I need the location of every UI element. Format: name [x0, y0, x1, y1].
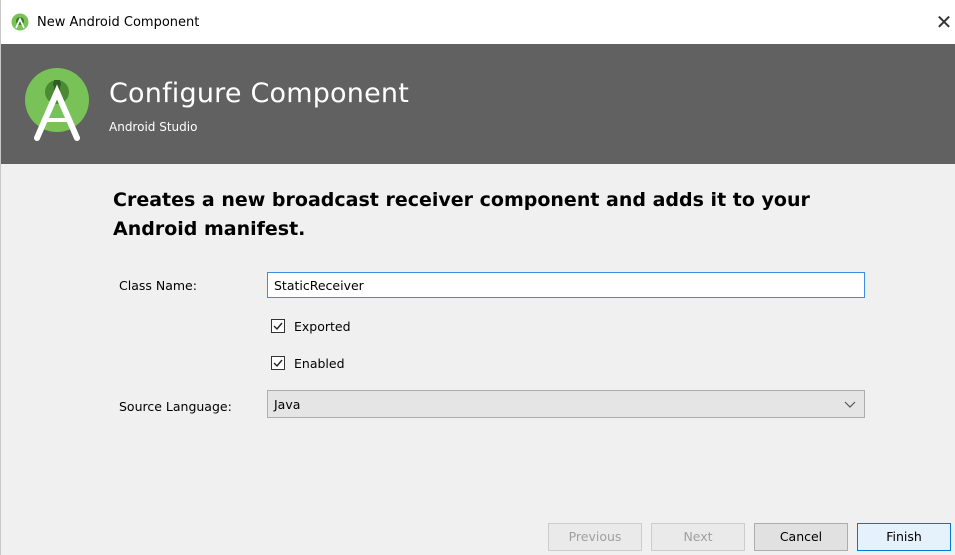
- class-name-input[interactable]: [267, 272, 865, 298]
- button-bar: Previous Next Cancel Finish: [1, 519, 955, 555]
- component-description: Creates a new broadcast receiver compone…: [113, 189, 810, 240]
- close-icon: ✕: [935, 10, 953, 34]
- enabled-checkbox[interactable]: [271, 356, 285, 370]
- next-button[interactable]: Next: [651, 523, 745, 551]
- source-language-label: Source Language:: [119, 399, 232, 414]
- source-language-value: Java: [274, 397, 301, 412]
- source-language-select[interactable]: Java: [267, 390, 865, 418]
- exported-checkbox[interactable]: [271, 319, 285, 333]
- close-button[interactable]: ✕: [932, 6, 955, 38]
- android-studio-logo: [25, 68, 89, 141]
- previous-button[interactable]: Previous: [548, 523, 642, 551]
- class-name-label: Class Name:: [119, 278, 197, 293]
- form-content: Creates a new broadcast receiver compone…: [1, 164, 955, 519]
- android-studio-icon: [11, 13, 29, 31]
- chevron-down-icon: [844, 401, 856, 408]
- exported-checkbox-row[interactable]: Exported: [271, 317, 351, 335]
- checkmark-icon: [273, 359, 283, 368]
- page-subtitle: Android Studio: [109, 120, 198, 134]
- cancel-button[interactable]: Cancel: [754, 523, 848, 551]
- enabled-label: Enabled: [294, 355, 345, 371]
- page-title: Configure Component: [109, 78, 409, 109]
- checkmark-icon: [273, 322, 283, 331]
- window-title: New Android Component: [37, 15, 200, 30]
- finish-button[interactable]: Finish: [857, 523, 951, 551]
- dialog-window: New Android Component ✕ Configure Compon…: [0, 0, 955, 555]
- exported-label: Exported: [294, 318, 351, 334]
- title-bar: New Android Component ✕: [1, 0, 955, 44]
- enabled-checkbox-row[interactable]: Enabled: [271, 354, 345, 372]
- header-banner: Configure Component Android Studio: [1, 44, 955, 164]
